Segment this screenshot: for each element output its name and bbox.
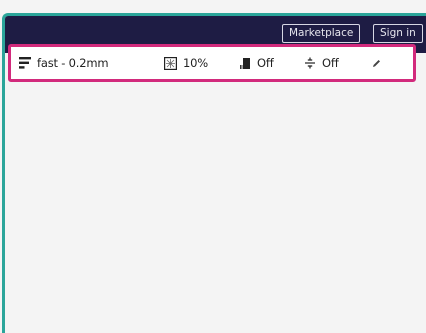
adhesion-icon xyxy=(304,57,316,69)
support-setting[interactable]: Off xyxy=(239,47,274,79)
marketplace-button[interactable]: Marketplace xyxy=(282,24,361,43)
infill-icon xyxy=(164,56,177,70)
sign-in-button[interactable]: Sign in xyxy=(373,24,423,43)
adhesion-setting[interactable]: Off xyxy=(304,47,339,79)
adhesion-value: Off xyxy=(322,56,339,70)
edit-settings-button[interactable] xyxy=(372,47,387,79)
profile-lines-icon xyxy=(19,57,31,69)
pencil-icon xyxy=(372,59,381,68)
profile-label: fast - 0.2mm xyxy=(37,56,109,70)
print-settings-toolbar[interactable]: fast - 0.2mm 10% Off Off xyxy=(8,44,416,82)
infill-value: 10% xyxy=(183,56,208,70)
profile-selector[interactable]: fast - 0.2mm xyxy=(19,47,109,79)
infill-setting[interactable]: 10% xyxy=(164,47,208,79)
support-icon xyxy=(239,57,251,70)
support-value: Off xyxy=(257,56,274,70)
